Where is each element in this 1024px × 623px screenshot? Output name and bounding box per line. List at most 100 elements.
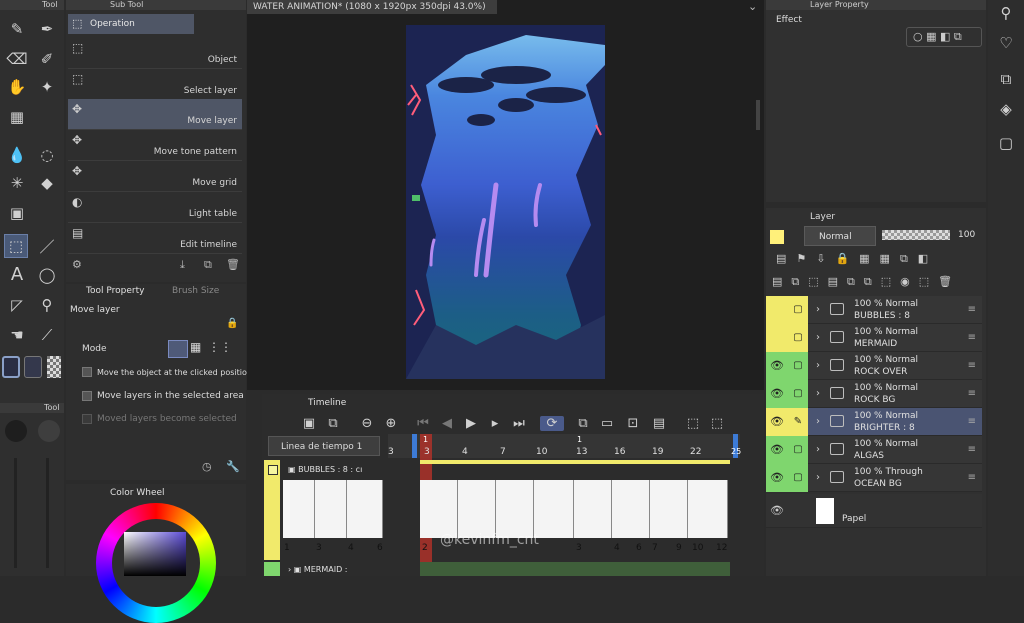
mode-option[interactable]: ▦	[190, 340, 201, 354]
fill-icon[interactable]: ◆	[36, 172, 58, 194]
layers-icon[interactable]: ⧉	[995, 68, 1017, 90]
frame-cel[interactable]	[347, 480, 383, 538]
sub-tool-item[interactable]: ⬚ Select layer	[68, 69, 242, 100]
eye-toggle[interactable]: 👁	[766, 380, 788, 408]
frame-cel[interactable]	[534, 480, 574, 538]
lock-toggle[interactable]: ▢	[788, 436, 808, 464]
next-frame-icon[interactable]: ▸	[486, 416, 504, 431]
size-slider[interactable]	[46, 458, 49, 568]
sub-color-swatch[interactable]	[24, 356, 42, 378]
sub-tool-item[interactable]: ✥ Move tone pattern	[68, 130, 242, 161]
layer-color-swatch[interactable]	[770, 230, 784, 244]
timeline-new-icon[interactable]: ▣	[300, 416, 318, 431]
sub-tool-group-tab[interactable]: ⬚ Operation	[68, 14, 194, 34]
eye-toggle[interactable]: 👁	[766, 436, 788, 464]
tool-property-tab[interactable]: Tool Property	[86, 286, 144, 296]
brush-size-dot[interactable]	[38, 420, 60, 442]
frame-cel[interactable]	[650, 480, 688, 538]
layer-toolbar-row1[interactable]: ▤⚑⇩🔒▦▦⧉◧	[776, 252, 986, 266]
navigator-icon[interactable]: ▢	[995, 132, 1017, 154]
search-icon[interactable]: ⚲	[995, 2, 1017, 24]
sub-tool-item-selected[interactable]: ✥ Move layer	[68, 99, 242, 130]
effect-buttons[interactable]: ○ ▦ ◧ ⧉	[906, 27, 982, 47]
saturation-square[interactable]	[124, 532, 186, 576]
mode-option-selected[interactable]	[168, 340, 188, 358]
marker-icon[interactable]: ✒	[36, 18, 58, 40]
zoom-out-icon[interactable]: ⊖	[358, 416, 376, 431]
layer-row[interactable]: 👁 ▢ › 100 % Normal ROCK OVER ≡	[766, 352, 982, 380]
frame-cel[interactable]	[315, 480, 347, 538]
loop-icon[interactable]: ⟳	[540, 416, 564, 431]
frame-cel[interactable]	[612, 480, 650, 538]
eraser-icon[interactable]: ⌫	[6, 48, 28, 70]
frame-cel[interactable]	[283, 480, 315, 538]
eye-toggle[interactable]: 👁	[766, 352, 788, 380]
sparkle-icon[interactable]: ✦	[36, 76, 58, 98]
paper-layer-row[interactable]: 👁 Papel	[766, 494, 982, 528]
lock-toggle[interactable]: ▢	[788, 324, 808, 352]
clock-icon[interactable]: ◷	[202, 460, 212, 473]
sub-tool-item[interactable]: ▤ Edit timeline	[68, 223, 242, 254]
operation-icon[interactable]: ⬚	[4, 234, 28, 258]
canvas-tab[interactable]: WATER ANIMATION* (1080 x 1920px 350dpi 4…	[247, 0, 497, 14]
start-marker[interactable]	[412, 434, 417, 458]
frame-cel[interactable]	[574, 480, 612, 538]
figure-icon[interactable]: ⚲	[36, 294, 58, 316]
text-icon[interactable]: A	[6, 264, 28, 286]
lock-toggle[interactable]: ▢	[788, 296, 808, 324]
duplicate-icon[interactable]: ⧉	[204, 258, 212, 272]
trash-icon[interactable]: 🗑	[226, 258, 240, 271]
layers-icon[interactable]: ◈	[995, 98, 1017, 120]
cel-tool-icon[interactable]: ⬚	[708, 416, 726, 431]
frame-cel[interactable]	[496, 480, 534, 538]
last-frame-icon[interactable]: ⏭	[510, 416, 528, 431]
brush-size-tab[interactable]: Brush Size	[172, 286, 219, 296]
pen-icon[interactable]: ✎	[6, 18, 28, 40]
cel-tool-icon[interactable]: ▭	[598, 416, 616, 431]
layer-row[interactable]: ▢ › 100 % Normal BUBBLES : 8 ≡	[766, 296, 982, 324]
frame-cel[interactable]	[420, 480, 458, 538]
eyedropper-icon[interactable]: ⟋	[36, 324, 58, 346]
lock-toggle[interactable]: ▢	[788, 352, 808, 380]
track-checkbox[interactable]	[268, 465, 278, 475]
first-frame-icon[interactable]: ⏮	[414, 416, 432, 431]
blend-icon[interactable]: ✋	[6, 76, 28, 98]
eye-toggle[interactable]: 👁	[766, 408, 788, 436]
magic-wand-icon[interactable]: ✳	[6, 172, 28, 194]
eye-toggle[interactable]: 👁	[766, 464, 788, 492]
heart-icon[interactable]: ♡	[995, 32, 1017, 54]
settings-icon[interactable]: ⚙	[72, 258, 82, 271]
transparent-swatch[interactable]	[47, 356, 61, 378]
cel-tool-icon[interactable]: ⬚	[684, 416, 702, 431]
prev-frame-icon[interactable]: ◀	[438, 416, 456, 431]
lasso-icon[interactable]: ◌	[36, 144, 58, 166]
pen-icon[interactable]: ✎	[788, 408, 808, 436]
lock-icon[interactable]: 🔒	[226, 318, 238, 329]
checkbox[interactable]	[82, 367, 92, 377]
droplet-icon[interactable]: 💧	[6, 144, 28, 166]
checkbox[interactable]	[82, 391, 92, 401]
sub-tool-item[interactable]: ◐ Light table	[68, 192, 242, 223]
zoom-in-icon[interactable]: ⊕	[382, 416, 400, 431]
sub-tool-item[interactable]: ✥ Move grid	[68, 161, 242, 192]
eye-toggle[interactable]: 👁	[766, 494, 788, 522]
opacity-value[interactable]: 100	[958, 230, 975, 240]
layer-row[interactable]: ▢ › 100 % Normal MERMAID ≡	[766, 324, 982, 352]
frame-cel[interactable]	[458, 480, 496, 538]
layer-row[interactable]: 👁 ▢ › 100 % Through OCEAN BG ≡	[766, 464, 982, 492]
timeline-cel-icon[interactable]: ⧉	[324, 416, 342, 431]
line-icon[interactable]: ／	[36, 236, 58, 258]
cel-tool-icon[interactable]: ⊡	[624, 416, 642, 431]
sub-tool-item[interactable]: ⬚ Object	[68, 38, 242, 69]
layer-row[interactable]: 👁 ▢ › 100 % Normal ALGAS ≡	[766, 436, 982, 464]
gradient-icon[interactable]: ▣	[6, 202, 28, 224]
eye-toggle[interactable]	[766, 324, 788, 352]
ruler-icon[interactable]: ◸	[6, 294, 28, 316]
size-slider[interactable]	[14, 458, 17, 568]
wrench-icon[interactable]: 🔧	[226, 460, 240, 473]
layer-row[interactable]: 👁 ▢ › 100 % Normal ROCK BG ≡	[766, 380, 982, 408]
chevron-down-icon[interactable]: ⌄	[748, 0, 757, 13]
balloon-icon[interactable]: ◯	[36, 264, 58, 286]
hand-icon[interactable]: ☚	[6, 324, 28, 346]
import-icon[interactable]: ⤓	[180, 258, 185, 272]
